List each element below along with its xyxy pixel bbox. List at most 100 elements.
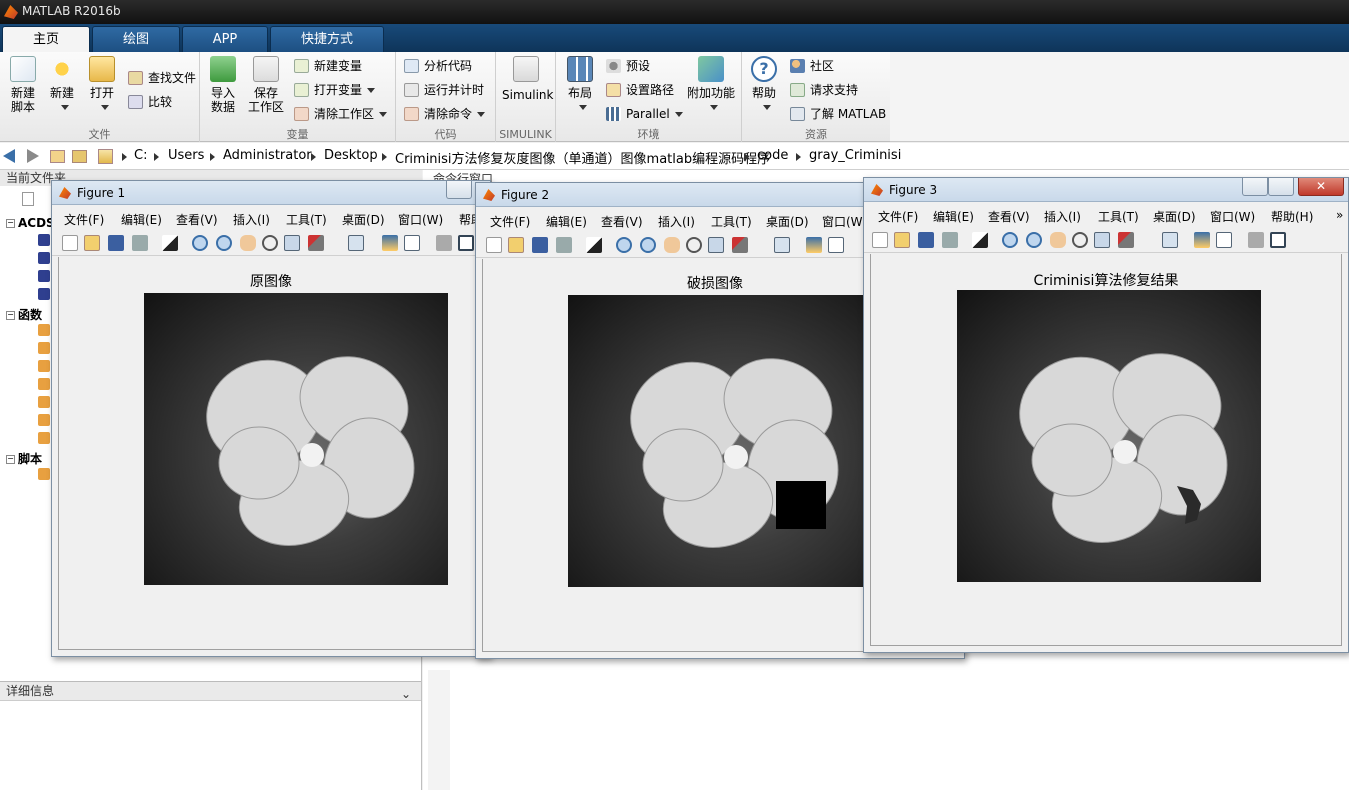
function-file-icon[interactable] (38, 360, 50, 372)
browse-folder-icon[interactable] (72, 150, 87, 163)
menu-view[interactable]: 查看(V) (176, 211, 218, 228)
maximize-button[interactable] (1268, 178, 1294, 196)
pointer-icon[interactable] (586, 237, 602, 253)
rotate-icon[interactable] (686, 237, 702, 253)
tab-home[interactable]: 主页 (2, 26, 90, 52)
bmp-file-icon[interactable] (38, 270, 50, 282)
learn-matlab-button[interactable]: 了解 MATLAB (790, 104, 886, 124)
minimize-button[interactable] (446, 181, 472, 199)
new-button[interactable]: 新建 (46, 56, 78, 114)
zoom-out-icon[interactable] (216, 235, 232, 251)
function-file-icon[interactable] (38, 396, 50, 408)
menu-window[interactable]: 窗口(W) (1210, 208, 1255, 225)
pan-icon[interactable] (240, 235, 256, 251)
tree-node-scripts[interactable]: − 脚本 (6, 450, 42, 467)
brush-icon[interactable] (732, 237, 748, 253)
brush-icon[interactable] (308, 235, 324, 251)
pan-icon[interactable] (664, 237, 680, 253)
function-file-icon[interactable] (38, 324, 50, 336)
menu-desktop[interactable]: 桌面(D) (342, 211, 385, 228)
forward-arrow-icon[interactable] (27, 149, 39, 163)
menu-insert[interactable]: 插入(I) (658, 213, 695, 230)
print-icon[interactable] (942, 232, 958, 248)
open-variable-button[interactable]: 打开变量 (294, 80, 376, 100)
new-variable-button[interactable]: 新建变量 (294, 56, 362, 76)
rotate-icon[interactable] (1072, 232, 1088, 248)
clear-workspace-button[interactable]: 清除工作区 (294, 104, 388, 124)
colorbar-icon[interactable] (1194, 232, 1210, 248)
figure-3-window[interactable]: Figure 3 ✕ 文件(F) 编辑(E) 查看(V) 插入(I) 工具(T)… (863, 177, 1349, 653)
legend-icon[interactable] (828, 237, 844, 253)
menu-desktop[interactable]: 桌面(D) (1153, 208, 1196, 225)
link-plot-icon[interactable] (348, 235, 364, 251)
function-file-icon[interactable] (38, 432, 50, 444)
open-file-icon[interactable] (84, 235, 100, 251)
figure-1-window[interactable]: Figure 1 文件(F) 编辑(E) 查看(V) 插入(I) 工具(T) 桌… (51, 180, 491, 657)
figure-1-titlebar[interactable]: Figure 1 (52, 181, 490, 205)
menu-help[interactable]: 帮助(H) (1271, 208, 1313, 225)
menu-tools[interactable]: 工具(T) (711, 213, 752, 230)
minimize-button[interactable] (1242, 178, 1268, 196)
legend-icon[interactable] (1216, 232, 1232, 248)
compare-button[interactable]: 比较 (128, 92, 172, 112)
simulink-button[interactable]: Simulink (502, 56, 553, 102)
tab-shortcuts[interactable]: 快捷方式 (270, 26, 384, 52)
show-plot-tools-icon[interactable] (458, 235, 474, 251)
open-file-icon[interactable] (894, 232, 910, 248)
menu-insert[interactable]: 插入(I) (233, 211, 270, 228)
brush-icon[interactable] (1118, 232, 1134, 248)
menu-window[interactable]: 窗口(W) (398, 211, 443, 228)
zoom-in-icon[interactable] (616, 237, 632, 253)
details-panel-header[interactable]: 详细信息 ⌄ (0, 681, 421, 701)
analyze-code-button[interactable]: 分析代码 (404, 56, 472, 76)
add-ons-button[interactable]: 附加功能 (686, 56, 736, 114)
layout-button[interactable]: 布局 (564, 56, 596, 114)
path-crumb-code[interactable]: code (757, 148, 788, 163)
path-crumb-gray-criminisi[interactable]: gray_Criminisi (809, 148, 901, 163)
function-file-icon[interactable] (38, 342, 50, 354)
path-crumb-project[interactable]: Criminisi方法修复灰度图像（单通道）图像matlab编程源码程序 (395, 148, 770, 167)
path-crumb-administrator[interactable]: Administrator (223, 148, 312, 163)
new-figure-icon[interactable] (62, 235, 78, 251)
bmp-file-icon[interactable] (38, 288, 50, 300)
community-button[interactable]: 社区 (790, 56, 834, 76)
script-file-icon[interactable] (38, 468, 50, 480)
tree-node-acds[interactable]: − ACDS (6, 216, 55, 230)
print-icon[interactable] (132, 235, 148, 251)
menu-view[interactable]: 查看(V) (601, 213, 643, 230)
path-crumb-desktop[interactable]: Desktop (324, 148, 378, 163)
zoom-out-icon[interactable] (640, 237, 656, 253)
menu-tools[interactable]: 工具(T) (286, 211, 327, 228)
menu-file[interactable]: 文件(F) (878, 208, 918, 225)
zoom-in-icon[interactable] (192, 235, 208, 251)
toolbar-overflow-icon[interactable]: » (1336, 208, 1343, 222)
zoom-out-icon[interactable] (1026, 232, 1042, 248)
print-icon[interactable] (556, 237, 572, 253)
new-figure-icon[interactable] (486, 237, 502, 253)
colorbar-icon[interactable] (382, 235, 398, 251)
menu-edit[interactable]: 编辑(E) (121, 211, 162, 228)
data-cursor-icon[interactable] (284, 235, 300, 251)
legend-icon[interactable] (404, 235, 420, 251)
open-file-icon[interactable] (508, 237, 524, 253)
tab-plots[interactable]: 绘图 (92, 26, 180, 52)
data-cursor-icon[interactable] (708, 237, 724, 253)
path-crumb-users[interactable]: Users (168, 148, 204, 163)
show-plot-tools-icon[interactable] (1270, 232, 1286, 248)
clear-commands-button[interactable]: 清除命令 (404, 104, 486, 124)
pointer-icon[interactable] (162, 235, 178, 251)
menu-tools[interactable]: 工具(T) (1098, 208, 1139, 225)
preferences-button[interactable]: 预设 (606, 56, 650, 76)
zoom-in-icon[interactable] (1002, 232, 1018, 248)
request-support-button[interactable]: 请求支持 (790, 80, 858, 100)
find-files-button[interactable]: 查找文件 (128, 68, 196, 88)
link-plot-icon[interactable] (774, 237, 790, 253)
menu-view[interactable]: 查看(V) (988, 208, 1030, 225)
data-cursor-icon[interactable] (1094, 232, 1110, 248)
menu-desktop[interactable]: 桌面(D) (766, 213, 809, 230)
function-file-icon[interactable] (38, 414, 50, 426)
import-data-button[interactable]: 导入 数据 (206, 56, 240, 114)
menu-insert[interactable]: 插入(I) (1044, 208, 1081, 225)
new-script-button[interactable]: 新建 脚本 (6, 56, 40, 114)
save-icon[interactable] (918, 232, 934, 248)
